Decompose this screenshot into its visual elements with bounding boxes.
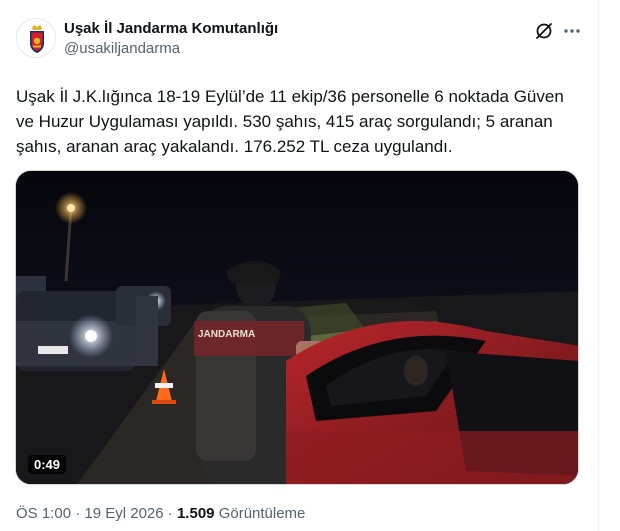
display-name[interactable]: Uşak İl Jandarma Komutanlığı	[64, 20, 278, 37]
tweet-text: Uşak İl J.K.lığınca 18-19 Eylül’de 11 ek…	[16, 87, 564, 156]
video-duration: 0:49	[28, 455, 67, 474]
video-player[interactable]: JANDARMA 0:49	[15, 170, 579, 485]
handle[interactable]: @usakiljandarma	[64, 40, 180, 57]
tweet-meta: ÖS 1:00 · 19 Eyl 2026 · 1.509 Görüntülem…	[16, 505, 305, 522]
tweet-date[interactable]: 19 Eyl 2026	[84, 505, 163, 522]
grok-button[interactable]	[533, 20, 555, 42]
meta-separator: ·	[75, 505, 81, 522]
meta-separator: ·	[167, 505, 173, 522]
views-count: 1.509	[176, 505, 215, 522]
more-button[interactable]	[561, 20, 583, 42]
vest-text: JANDARMA	[198, 329, 255, 340]
gendarmerie-emblem-icon	[17, 19, 55, 57]
timeline-border	[598, 0, 599, 531]
tweet-time[interactable]: ÖS 1:00	[16, 505, 71, 522]
grok-icon	[536, 23, 552, 39]
more-dots-icon	[564, 29, 580, 33]
views-label: Görüntüleme	[218, 505, 306, 522]
video-thumbnail: JANDARMA	[16, 171, 578, 484]
avatar[interactable]	[16, 18, 56, 58]
